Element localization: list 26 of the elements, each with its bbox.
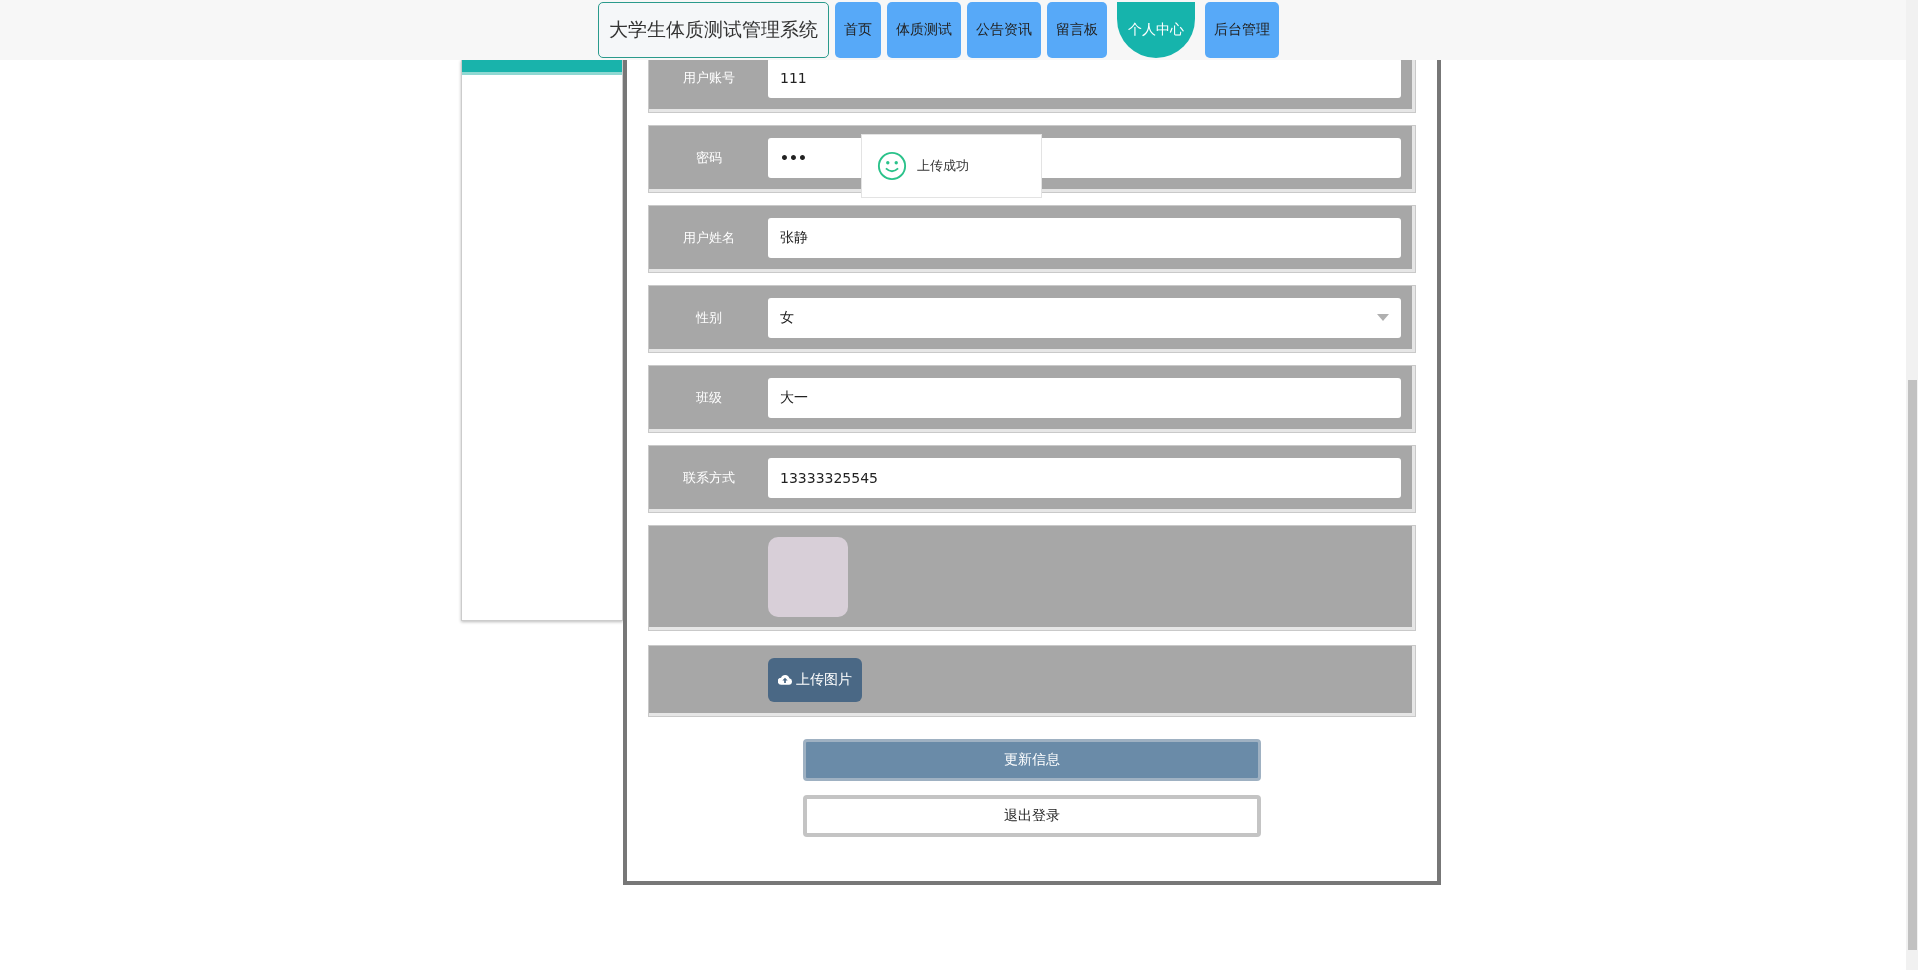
input-field[interactable]: 女	[768, 297, 1401, 338]
logout-button[interactable]: 退出登录	[803, 795, 1261, 837]
nav-tab[interactable]: 留言板	[1046, 2, 1107, 58]
update-button[interactable]: 更新信息	[803, 739, 1261, 781]
input-field[interactable]: 张静	[768, 217, 1401, 258]
field-label: 用户账号	[681, 68, 736, 87]
input-field[interactable]: 111	[768, 57, 1401, 98]
scrollbar[interactable]	[1906, 0, 1918, 970]
nav-tab[interactable]: 首页	[834, 2, 881, 58]
smiley-icon	[877, 151, 907, 181]
field-label: 密码	[694, 148, 723, 167]
field-label: 用户姓名	[681, 228, 736, 247]
field-label: 班级	[694, 388, 723, 407]
field-label: 联系方式	[681, 468, 736, 487]
nav-tab[interactable]: 体质测试	[886, 2, 961, 58]
toast-text: 上传成功	[917, 157, 969, 175]
nav-tab[interactable]: 公告资讯	[966, 2, 1041, 58]
scrollbar-thumb[interactable]	[1908, 380, 1917, 950]
caret-icon	[1377, 314, 1389, 321]
nav-tab[interactable]: 后台管理	[1204, 2, 1279, 58]
cloud-upload-icon	[778, 674, 792, 685]
input-field[interactable]: 大一	[768, 377, 1401, 418]
input-field[interactable]: 13333325545	[768, 457, 1401, 498]
upload-button[interactable]: 上传图片	[768, 657, 862, 702]
field-label: 性别	[694, 308, 723, 327]
site-title: 大学生体质测试管理系统	[597, 2, 829, 58]
